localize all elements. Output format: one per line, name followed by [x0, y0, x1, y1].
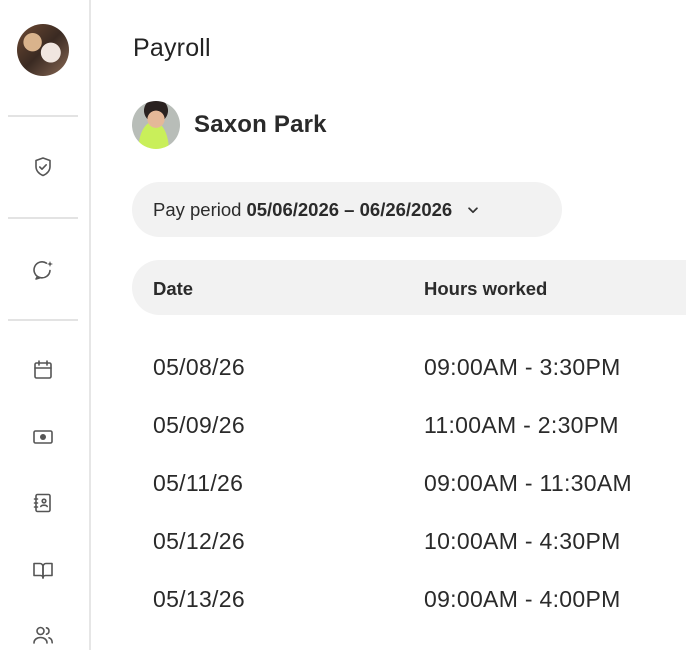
shield-check-icon[interactable] — [29, 153, 57, 181]
sidebar-divider — [8, 319, 78, 321]
row-date: 05/12/26 — [153, 528, 245, 554]
people-icon[interactable] — [29, 621, 57, 649]
sidebar-divider — [8, 217, 78, 219]
row-date: 05/09/26 — [153, 412, 245, 438]
calendar-icon[interactable] — [29, 356, 57, 384]
pay-period-value: 05/06/2026 – 06/26/2026 — [246, 198, 453, 220]
table-row[interactable]: 05/12/26 10:00AM - 4:30PM — [132, 528, 686, 568]
pay-period-dropdown[interactable]: Pay period 05/06/2026 – 06/26/2026 — [132, 182, 562, 237]
row-hours: 11:00AM - 2:30PM — [424, 412, 619, 438]
table-row[interactable]: 05/11/26 09:00AM - 11:30AM — [132, 470, 686, 510]
employee-avatar — [132, 101, 180, 149]
table-row[interactable]: 05/13/26 09:00AM - 4:00PM — [132, 586, 686, 626]
chat-sparkle-icon[interactable] — [29, 256, 57, 284]
employee-header: Saxon Park — [132, 101, 327, 149]
row-hours: 09:00AM - 3:30PM — [424, 354, 621, 380]
row-date: 05/11/26 — [153, 470, 244, 496]
column-header-date[interactable]: Date — [153, 278, 193, 300]
row-hours: 09:00AM - 11:30AM — [424, 470, 632, 496]
table-row[interactable]: 05/08/26 09:00AM - 3:30PM — [132, 354, 686, 394]
employee-name: Saxon Park — [194, 111, 327, 138]
sidebar-divider — [8, 115, 78, 117]
cash-icon[interactable] — [29, 423, 57, 451]
row-hours: 09:00AM - 4:00PM — [424, 586, 621, 612]
app-window: Payroll Saxon Park Pay period 05/06/2026… — [0, 0, 686, 650]
table-header: Date Hours worked — [132, 260, 686, 315]
table-row[interactable]: 05/09/26 11:00AM - 2:30PM — [132, 412, 686, 452]
contacts-book-icon[interactable] — [29, 489, 57, 517]
row-hours: 10:00AM - 4:30PM — [424, 528, 621, 554]
sidebar — [0, 0, 91, 650]
pay-period-label: Pay period — [153, 198, 242, 220]
chevron-down-icon — [466, 202, 482, 218]
row-date: 05/13/26 — [153, 586, 245, 612]
user-avatar[interactable] — [17, 24, 69, 76]
row-date: 05/08/26 — [153, 354, 245, 380]
column-header-hours[interactable]: Hours worked — [424, 278, 547, 300]
open-book-icon[interactable] — [29, 556, 57, 584]
page-title: Payroll — [133, 34, 211, 62]
